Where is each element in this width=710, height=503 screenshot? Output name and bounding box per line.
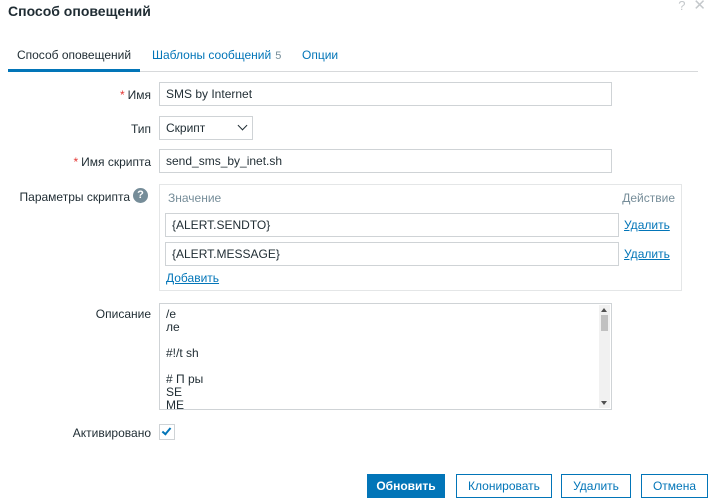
tab-bar: Способ оповещений Шаблоны сообщений 5 Опц…: [8, 40, 698, 72]
tab-label: Опции: [302, 48, 339, 62]
tab-message-templates[interactable]: Шаблоны сообщений 5: [152, 40, 281, 71]
description-label: Описание: [95, 307, 151, 321]
textarea-line: ле: [166, 320, 180, 334]
type-select-value: Скрипт: [166, 121, 206, 135]
column-header-value: Значение: [168, 191, 222, 205]
script-param-input[interactable]: {ALERT.MESSAGE}: [165, 242, 619, 266]
title-icons: ? ✕: [678, 0, 706, 13]
scroll-down-arrow-icon[interactable]: [601, 401, 607, 405]
enabled-label: Активировано: [72, 426, 151, 440]
tab-count-badge: 5: [275, 50, 282, 62]
script-params-table: Значение Действие {ALERT.SENDTO} Удалить…: [159, 184, 682, 291]
type-select[interactable]: Скрипт: [159, 116, 253, 140]
checkmark-icon: [161, 425, 172, 436]
textarea-scrollbar[interactable]: [599, 305, 610, 408]
tab-label: Шаблоны сообщений: [152, 48, 272, 62]
scroll-up-arrow-icon[interactable]: [601, 308, 607, 312]
textarea-line: /e: [166, 307, 177, 321]
scroll-thumb[interactable]: [601, 315, 608, 331]
script-param-input[interactable]: {ALERT.SENDTO}: [165, 213, 619, 237]
textarea-line: [166, 334, 605, 347]
name-label: * Имя: [120, 88, 151, 102]
label-text: Имя: [127, 88, 151, 102]
script-name-label: * Имя скрипта: [73, 155, 151, 169]
script-params-label: Параметры скрипта: [19, 190, 130, 204]
enabled-checkbox[interactable]: [159, 424, 175, 440]
tab-options[interactable]: Опции: [302, 40, 338, 71]
help-icon[interactable]: ?: [133, 188, 148, 203]
add-param-link[interactable]: Добавить: [166, 271, 219, 285]
column-header-action: Действие: [622, 191, 675, 205]
clone-button[interactable]: Клонировать: [456, 474, 552, 498]
close-icon[interactable]: ✕: [693, 0, 706, 13]
description-textarea[interactable]: /e ле #!/t sh # П ры SE ME: [159, 303, 612, 410]
tab-label: Способ оповещений: [16, 48, 132, 62]
script-name-input[interactable]: send_sms_by_inet.sh: [159, 149, 612, 173]
chevron-down-icon: [237, 120, 248, 131]
dialog-title: Способ оповещений: [8, 3, 151, 19]
textarea-line: [166, 360, 605, 373]
tab-media-type[interactable]: Способ оповещений: [8, 40, 140, 72]
textarea-line: SE: [166, 385, 183, 399]
textarea-line: #!/t sh: [166, 346, 199, 360]
textarea-line: ME: [166, 398, 184, 410]
label-text: Имя скрипта: [81, 155, 151, 169]
delete-button[interactable]: Удалить: [561, 474, 631, 498]
required-mark: *: [119, 88, 125, 102]
remove-param-link[interactable]: Удалить: [624, 218, 670, 232]
textarea-line: # П ры: [166, 372, 204, 386]
required-mark: *: [73, 155, 79, 169]
name-input[interactable]: SMS by Internet: [159, 82, 612, 106]
update-button[interactable]: Обновить: [367, 474, 445, 498]
type-label: Тип: [130, 122, 151, 136]
help-icon[interactable]: ?: [678, 0, 685, 12]
cancel-button[interactable]: Отмена: [641, 474, 708, 498]
remove-param-link[interactable]: Удалить: [624, 247, 670, 261]
